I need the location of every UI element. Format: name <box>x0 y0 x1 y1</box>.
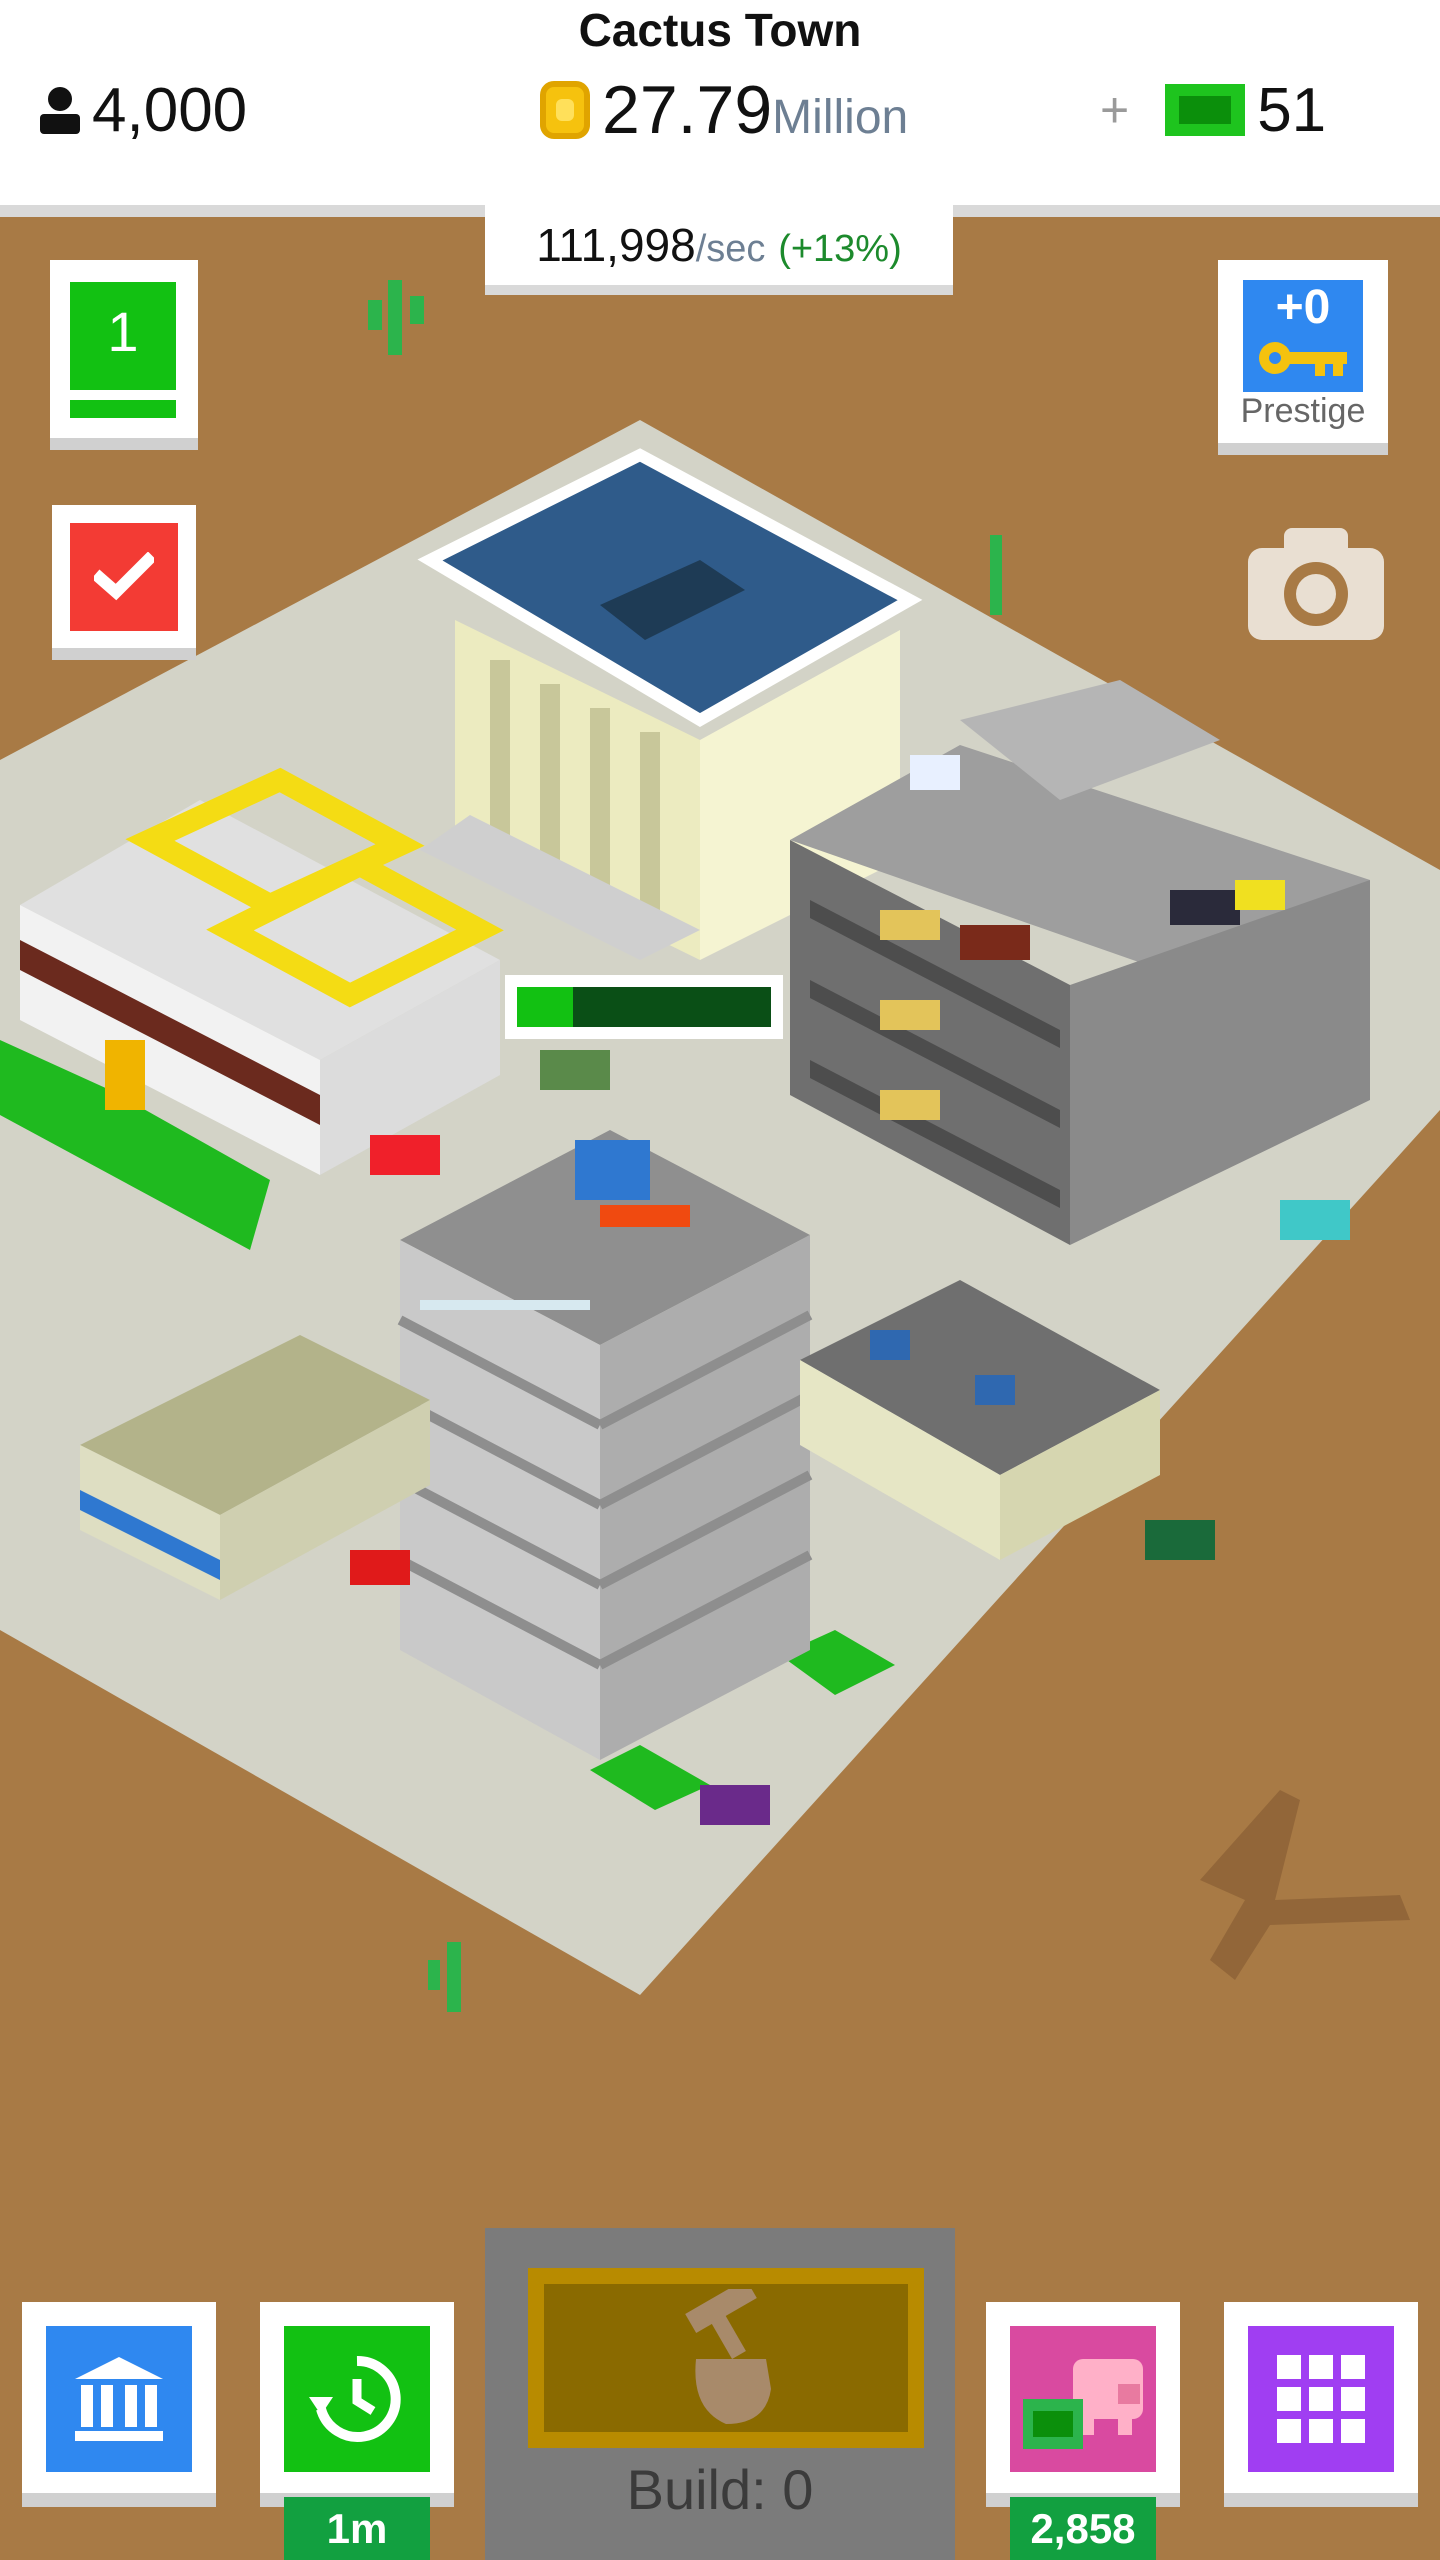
hammer-hand-icon <box>685 2289 771 2424</box>
income-rate: 111,998/sec (+13%) <box>485 205 953 295</box>
coins-display: 27.79 Million <box>540 70 908 150</box>
piggy-bank-button[interactable] <box>986 2302 1180 2507</box>
population-value: 4,000 <box>92 75 248 145</box>
tasks-button[interactable] <box>52 505 196 660</box>
build-count-label: Build: 0 <box>626 2458 814 2521</box>
cash-display[interactable]: + 51 <box>1100 70 1326 150</box>
cash-value: 51 <box>1257 75 1327 145</box>
build-button[interactable] <box>528 2268 924 2448</box>
town-name[interactable]: Cactus Town <box>0 0 1440 60</box>
coins-value: 27.79 <box>602 72 773 148</box>
construction-progress-bar <box>505 975 783 1039</box>
build-panel: Build: 0 <box>485 2228 955 2560</box>
offline-earnings-button[interactable] <box>260 2302 454 2507</box>
coins-unit: Million <box>772 90 909 144</box>
clock-refresh-icon <box>309 2355 401 2442</box>
top-bar: Cactus Town 4,000 27.79 Million + 51 <box>0 0 1440 217</box>
level-button[interactable]: 1 <box>50 260 198 450</box>
add-cash-button[interactable]: + <box>1100 81 1129 139</box>
cash-icon <box>1165 84 1246 136</box>
key-icon <box>1259 342 1347 376</box>
person-icon <box>40 87 80 134</box>
income-rate-unit: /sec <box>695 228 766 270</box>
checkmark-icon <box>94 552 154 601</box>
prestige-button[interactable]: +0 Prestige <box>1218 260 1388 455</box>
city-map[interactable] <box>0 215 1440 2200</box>
level-progress-bar <box>70 400 176 418</box>
camera-icon[interactable] <box>1248 528 1384 640</box>
bank-menu-button[interactable] <box>22 2302 216 2507</box>
level-value: 1 <box>70 282 176 390</box>
construction-progress-fill <box>517 987 573 1027</box>
income-bonus: (+13%) <box>778 228 902 270</box>
piggy-bank-value-badge: 2,858 <box>1010 2497 1156 2560</box>
population-display: 4,000 <box>38 70 247 150</box>
prestige-value: +0 <box>1275 281 1331 334</box>
piggy-bank-icon <box>1023 2359 1143 2449</box>
grid-icon <box>1277 2355 1365 2443</box>
prestige-label: Prestige <box>1240 392 1366 430</box>
bank-icon <box>75 2357 163 2441</box>
coin-icon <box>540 81 590 139</box>
office-tower-building[interactable] <box>397 1130 813 1760</box>
menu-grid-button[interactable] <box>1224 2302 1418 2507</box>
income-rate-value: 111,998 <box>536 219 696 271</box>
offline-time-badge: 1m <box>284 2497 430 2560</box>
